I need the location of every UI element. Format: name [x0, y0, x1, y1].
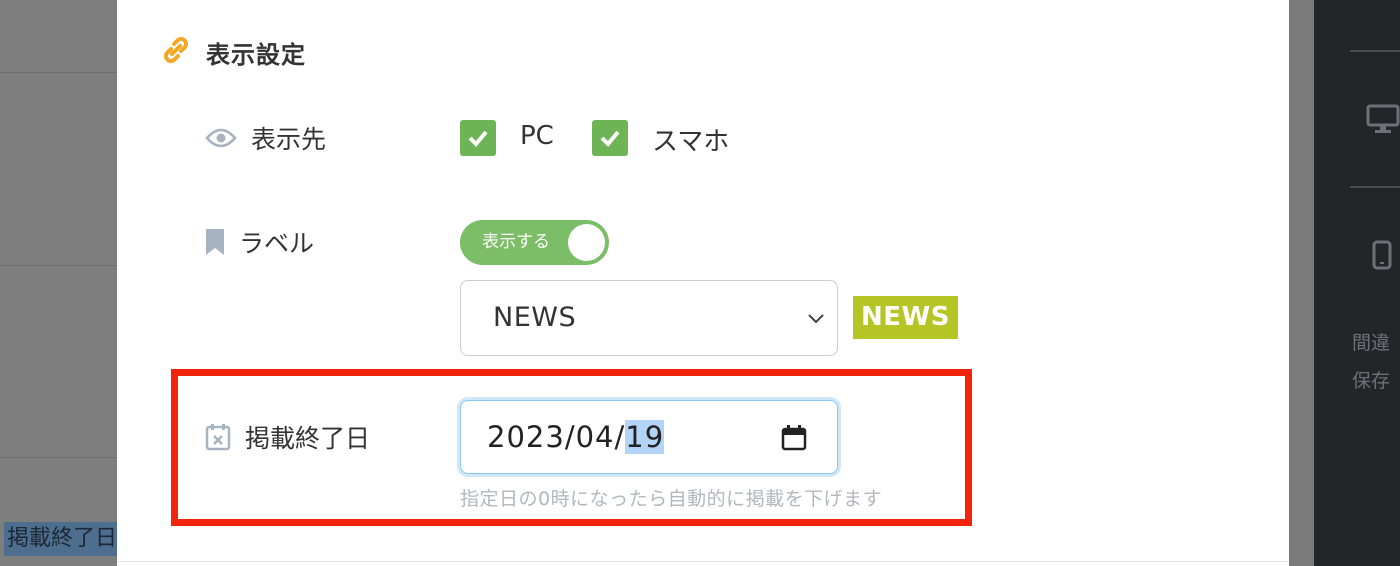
highlight-box [171, 369, 972, 526]
toggle-text: 表示する [482, 232, 550, 252]
background-end-date-label: 掲載終了日 [4, 522, 121, 556]
background-divider [0, 457, 117, 458]
smartphone-checkbox[interactable] [592, 120, 628, 156]
label-row-label-group: ラベル [205, 224, 314, 260]
background-right-gutter [1289, 0, 1314, 566]
background-left-panel [0, 0, 117, 566]
background-divider [0, 72, 117, 73]
pc-checkbox[interactable] [460, 120, 496, 156]
label-row-label: ラベル [239, 229, 315, 258]
right-panel-divider [1350, 186, 1400, 188]
smartphone-icon [1372, 240, 1392, 274]
check-icon [600, 130, 620, 147]
label-preview-badge: NEWS [853, 296, 958, 339]
right-panel-divider [1350, 50, 1400, 52]
label-select[interactable]: NEWS [460, 280, 838, 356]
link-icon [160, 34, 192, 70]
bookmark-icon [205, 228, 225, 256]
toggle-knob [568, 224, 605, 261]
chevron-down-icon [807, 309, 825, 328]
background-divider [0, 265, 117, 266]
right-panel-text: 間違 [1352, 332, 1391, 354]
background-right-panel [1314, 0, 1400, 566]
modal-divider [117, 561, 1289, 562]
pc-checkbox-label[interactable]: PC [520, 121, 554, 151]
check-icon [468, 130, 488, 147]
eye-icon [205, 128, 237, 148]
label-select-value: NEWS [493, 302, 577, 333]
section-title: 表示設定 [206, 40, 306, 69]
smartphone-checkbox-label[interactable]: スマホ [652, 121, 729, 158]
display-target-label-group: 表示先 [205, 120, 326, 156]
label-display-toggle[interactable]: 表示する [460, 220, 609, 265]
right-panel-text: 保存 [1352, 370, 1391, 392]
section-header: 表示設定 [160, 34, 306, 70]
display-target-label: 表示先 [251, 125, 327, 154]
desktop-icon [1366, 104, 1400, 138]
